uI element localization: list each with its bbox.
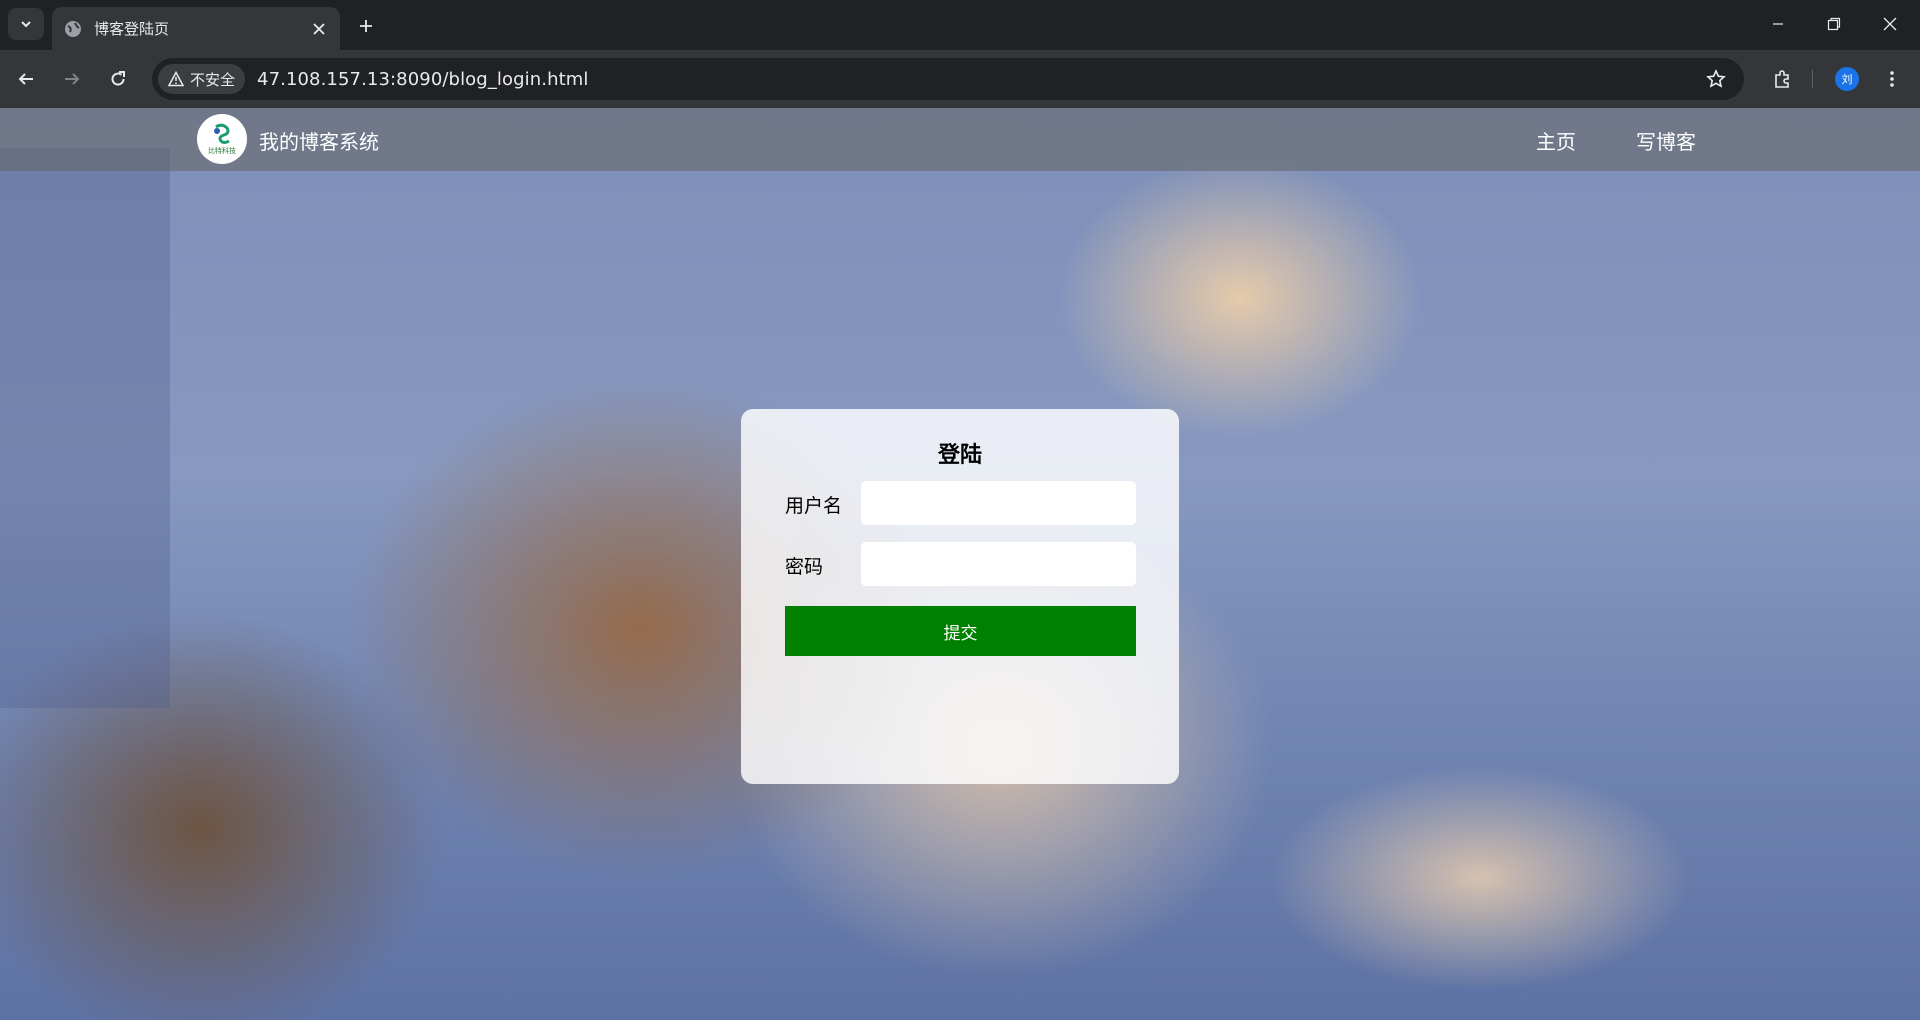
tab-search-button[interactable] [8, 8, 44, 40]
arrow-right-icon [65, 73, 80, 85]
toolbar-separator [1812, 70, 1813, 88]
reload-icon [111, 71, 125, 86]
username-label: 用户名 [785, 495, 843, 517]
site-title: 我的博客系统 [259, 130, 379, 154]
login-panel: 登陆 用户名 密码 提交 [741, 409, 1179, 784]
nav-home-link[interactable]: 主页 [1536, 126, 1576, 155]
bookmark-star-button[interactable] [1704, 67, 1728, 91]
close-icon [313, 22, 325, 35]
back-button[interactable] [10, 63, 42, 95]
minimize-button[interactable] [1750, 0, 1806, 48]
extensions-button[interactable] [1766, 63, 1798, 95]
minimize-icon [1773, 23, 1783, 25]
window-close-button[interactable] [1862, 0, 1918, 48]
browser-tab-strip: 博客登陆页 [0, 0, 1920, 50]
profile-avatar[interactable]: 刘 [1835, 67, 1859, 91]
nav-write-link[interactable]: 写博客 [1636, 126, 1696, 155]
submit-button[interactable]: 提交 [785, 606, 1136, 656]
page-viewport: 比特科技 我的博客系统 主页 写博客 登陆 用户名 密码 提交 [0, 108, 1920, 1020]
chevron-down-icon [21, 21, 31, 28]
security-label: 不安全 [190, 70, 236, 89]
more-vertical-icon [1890, 71, 1894, 87]
forward-button[interactable] [56, 63, 88, 95]
star-icon [1706, 69, 1726, 88]
site-logo: 比特科技 [197, 114, 247, 164]
restore-button[interactable] [1806, 0, 1862, 48]
reload-button[interactable] [102, 63, 134, 95]
browser-tab[interactable]: 博客登陆页 [52, 7, 340, 50]
globe-icon [65, 20, 81, 37]
new-tab-button[interactable] [352, 12, 380, 40]
url-text[interactable]: 47.108.157.13:8090/blog_login.html [257, 69, 588, 90]
password-input[interactable] [861, 542, 1136, 586]
logo-text: 比特科技 [208, 146, 236, 155]
warning-icon [168, 71, 184, 87]
site-header: 比特科技 我的博客系统 主页 写博客 [0, 108, 1920, 171]
password-label: 密码 [785, 556, 824, 578]
background-photo [0, 148, 170, 708]
arrow-left-icon [18, 73, 33, 85]
tab-title: 博客登陆页 [94, 20, 170, 38]
browser-menu-button[interactable] [1876, 63, 1908, 95]
restore-icon [1827, 17, 1841, 31]
username-input[interactable] [861, 481, 1136, 525]
security-chip[interactable]: 不安全 [158, 64, 246, 94]
puzzle-icon [1775, 70, 1789, 88]
close-icon [1883, 17, 1897, 31]
browser-toolbar: 不安全 47.108.157.13:8090/blog_login.html 刘 [0, 50, 1920, 108]
plus-icon [360, 20, 372, 32]
logo-mark-icon [214, 123, 230, 144]
tab-close-button[interactable] [310, 20, 328, 38]
login-title: 登陆 [937, 443, 982, 468]
address-bar[interactable]: 不安全 47.108.157.13:8090/blog_login.html [152, 58, 1744, 100]
